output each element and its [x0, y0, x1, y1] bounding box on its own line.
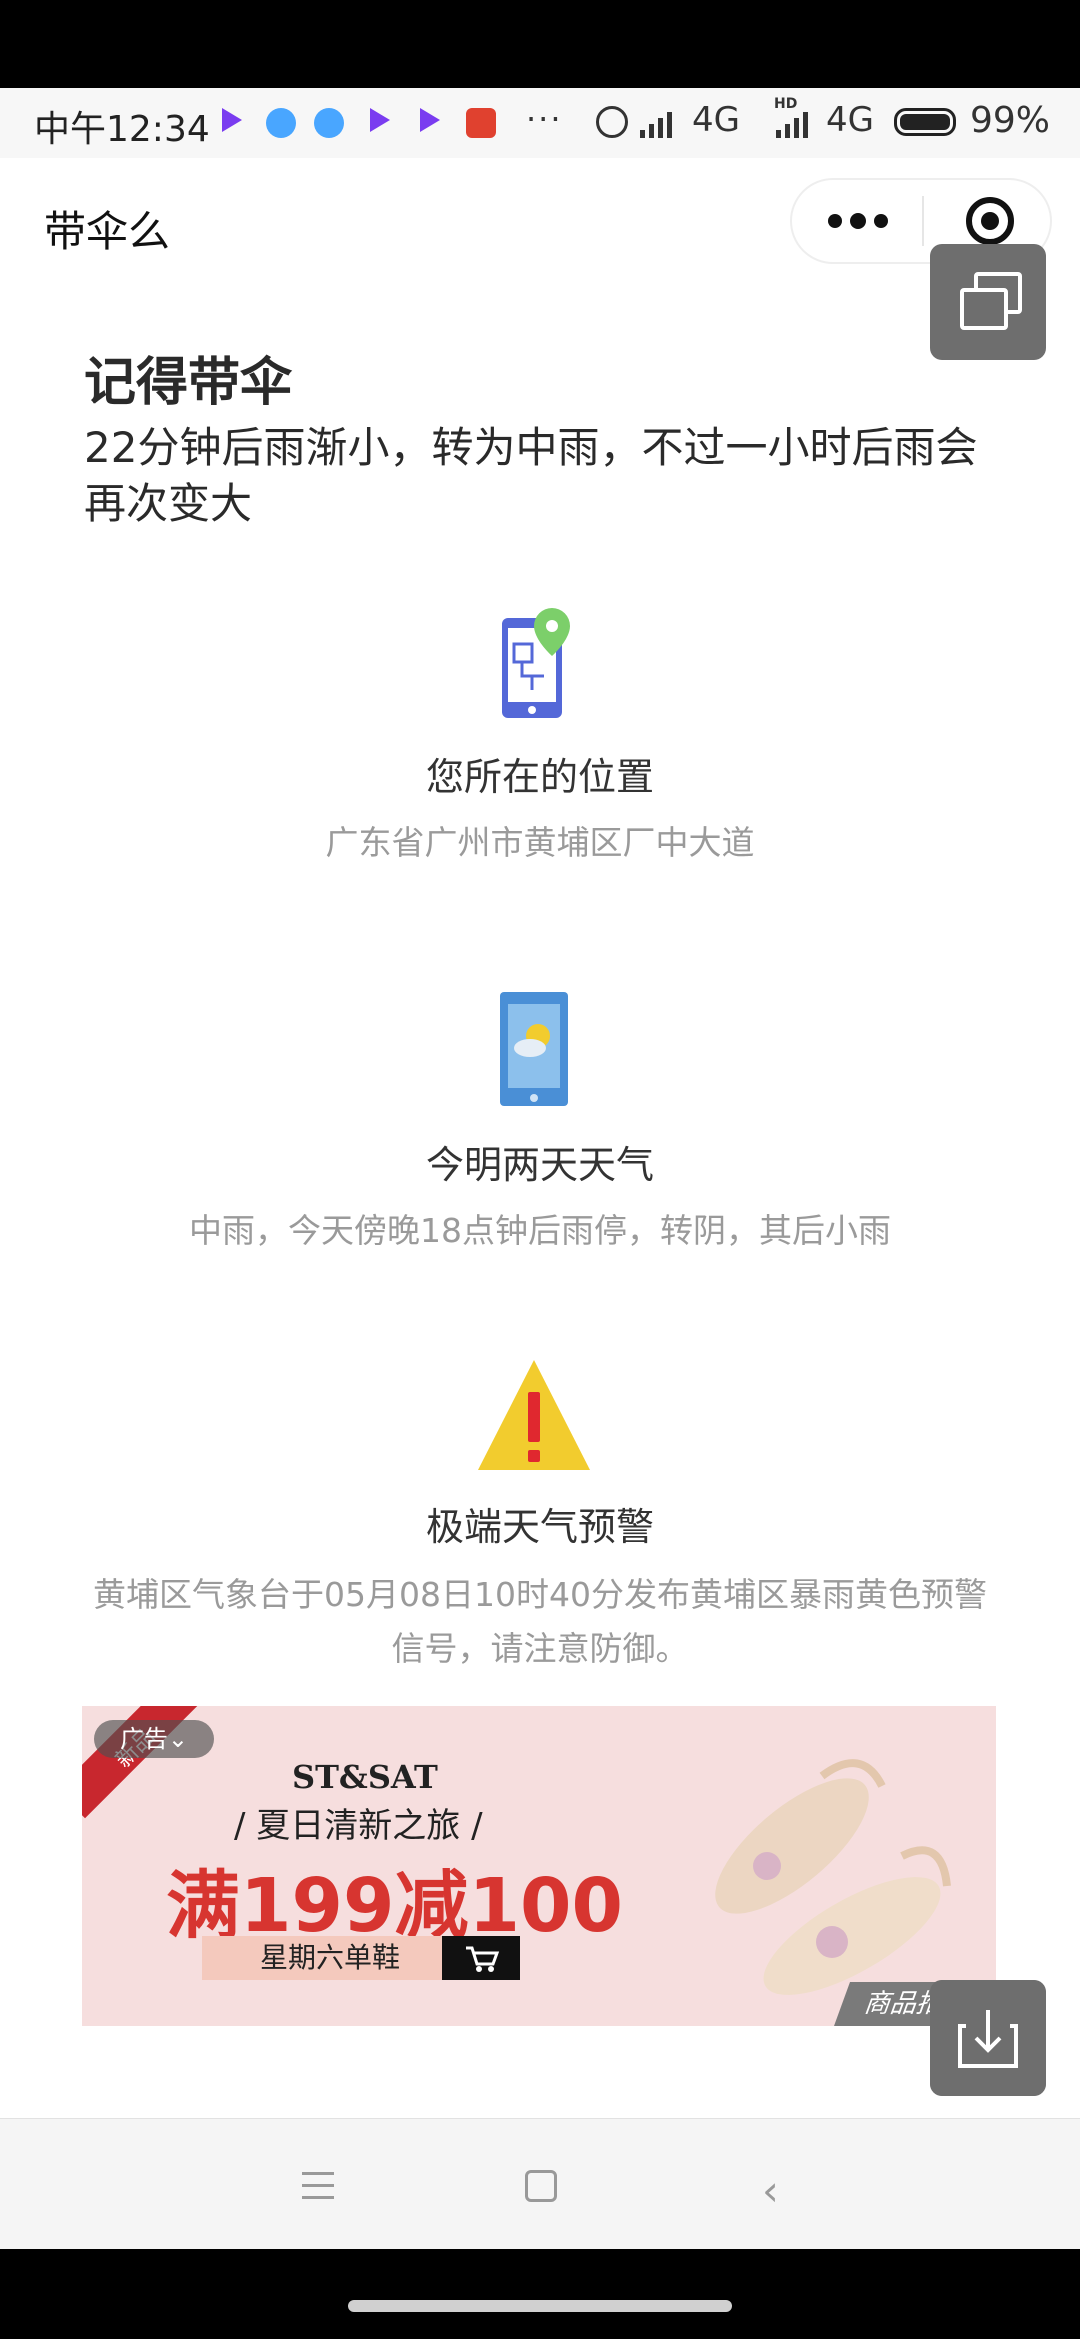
floating-window-button[interactable] — [930, 244, 1046, 360]
warning-icon — [478, 1360, 590, 1470]
back-icon[interactable]: ‹ — [762, 2166, 779, 2215]
ad-brand: ST&SAT — [292, 1758, 438, 1796]
weather-title: 今明两天天气 — [425, 1143, 654, 1187]
app-title: 带伞么 — [44, 207, 171, 256]
weather-phone-icon — [500, 992, 568, 1106]
network-type-1: 4G — [692, 100, 740, 140]
more-menu-icon[interactable] — [828, 213, 888, 230]
location-phone-icon — [502, 608, 570, 718]
network-type-2: 4G — [826, 100, 874, 140]
battery-percent: 99% — [970, 100, 1051, 141]
rain-summary: 22分钟后雨渐小，转为中雨，不过一小时后雨会再次变大 — [84, 423, 978, 528]
save-download-button[interactable] — [930, 1980, 1046, 2096]
warning-detail: 黄埔区气象台于05月08日10时40分发布黄埔区暴雨黄色预警信号，请注意防御。 — [93, 1575, 987, 1668]
ad-banner[interactable]: 新品 广告⌄ ST&SAT / 夏日清新之旅 / 满199减100 星期六单鞋 … — [82, 1706, 996, 2026]
warning-title: 极端天气预警 — [425, 1505, 654, 1549]
video-app-icon-3 — [420, 108, 450, 138]
home-indicator[interactable] — [348, 2300, 732, 2312]
video-app-icon — [222, 108, 252, 138]
status-time: 中午12:34 — [34, 109, 210, 150]
home-icon[interactable] — [525, 2170, 557, 2202]
battery-icon — [894, 108, 956, 136]
capsule-divider — [922, 196, 924, 246]
cart-icon — [442, 1936, 520, 1980]
ad-shoes-image — [715, 1759, 951, 1995]
more-notifications-icon: ··· — [526, 100, 563, 138]
signal-icon-2 — [776, 110, 816, 138]
signal-icon — [640, 110, 680, 138]
main-title: 记得带伞 — [84, 353, 293, 413]
video-app-icon-2 — [370, 108, 400, 138]
notification-app-icon — [466, 108, 496, 138]
ad-cta[interactable]: 星期六单鞋 — [202, 1936, 458, 1980]
bird-app-icon — [266, 108, 296, 138]
alarm-icon — [596, 106, 628, 138]
bottom-bezel — [0, 2249, 1080, 2339]
ad-tag-button[interactable]: 广告⌄ — [94, 1720, 214, 1758]
recent-apps-icon[interactable] — [302, 2172, 334, 2200]
ad-subtitle: / 夏日清新之旅 / — [234, 1806, 483, 1846]
location-address: 广东省广州市黄埔区厂中大道 — [325, 823, 755, 862]
location-title: 您所在的位置 — [425, 755, 654, 799]
close-mini-program-icon[interactable] — [966, 197, 1014, 245]
top-bezel — [0, 0, 1080, 88]
weather-forecast: 中雨，今天傍晚18点钟后雨停，转阴，其后小雨 — [189, 1211, 891, 1250]
bird-app-icon-2 — [314, 108, 344, 138]
